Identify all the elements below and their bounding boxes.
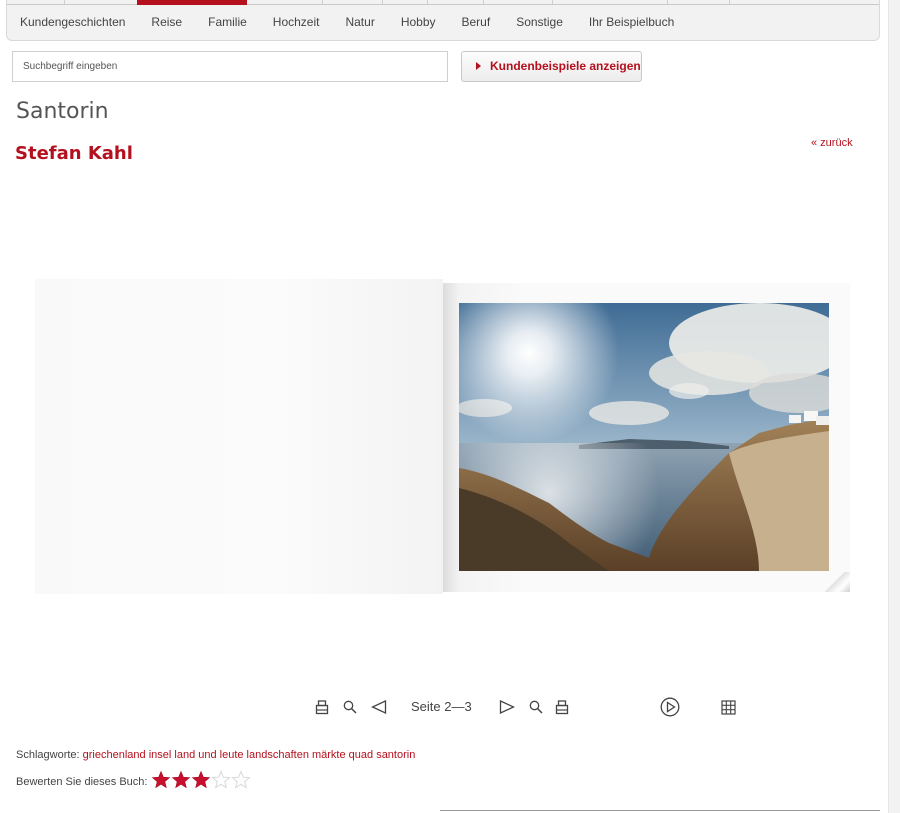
rating-label: Bewerten Sie dieses Buch: [16, 776, 148, 788]
author-name: Stefan Kahl [15, 143, 133, 164]
nav-separator [322, 0, 323, 4]
keywords-row: Schlagworte: griechenland insel land und… [16, 749, 415, 761]
star-empty-icon[interactable] [211, 770, 231, 790]
scrollbar-track[interactable] [888, 0, 900, 813]
next-arrow-icon[interactable] [497, 694, 517, 720]
star-icon[interactable] [191, 770, 211, 790]
star-icon[interactable] [171, 770, 191, 790]
nav-item-sonstige[interactable]: Sonstige [503, 15, 576, 29]
nav-separator [729, 0, 730, 4]
nav-separator [483, 0, 484, 4]
back-link[interactable]: « zurück [811, 137, 853, 149]
nav-item-reise[interactable]: Reise [138, 15, 195, 29]
zoom-icon[interactable] [341, 694, 359, 720]
star-rating[interactable] [151, 770, 251, 790]
nav-separator [667, 0, 668, 4]
santorini-photo [459, 303, 829, 571]
footer-divider [440, 810, 880, 811]
page-title: Santorin [16, 99, 109, 124]
nav-separator [427, 0, 428, 4]
nav-item-beruf[interactable]: Beruf [449, 15, 504, 29]
keywords-label: Schlagworte: [16, 749, 80, 761]
keywords-links[interactable]: griechenland insel land und leute landsc… [83, 749, 416, 761]
nav-item-natur[interactable]: Natur [332, 15, 387, 29]
print-icon[interactable] [313, 694, 331, 720]
nav-separator [382, 0, 383, 4]
nav-separator [552, 0, 553, 4]
triangle-right-icon [476, 62, 481, 70]
nav-items: Kundengeschichten Reise Familie Hochzeit… [7, 15, 687, 29]
main-navigation: Kundengeschichten Reise Familie Hochzeit… [6, 0, 880, 41]
print-icon[interactable] [553, 694, 571, 720]
prev-arrow-icon[interactable] [369, 694, 389, 720]
viewer-controls: Seite 2—3 [0, 694, 900, 720]
nav-item-hobby[interactable]: Hobby [388, 15, 449, 29]
page-curl[interactable] [818, 572, 850, 592]
nav-item-ihr-beispielbuch[interactable]: Ihr Beispielbuch [576, 15, 687, 29]
play-icon[interactable] [659, 694, 681, 720]
grid-icon[interactable] [719, 694, 737, 720]
show-examples-button-label: Kundenbeispiele anzeigen [490, 59, 641, 73]
zoom-icon[interactable] [527, 694, 545, 720]
star-icon[interactable] [151, 770, 171, 790]
nav-item-familie[interactable]: Familie [195, 15, 260, 29]
nav-item-kundengeschichten[interactable]: Kundengeschichten [7, 15, 138, 29]
star-empty-icon[interactable] [231, 770, 251, 790]
nav-separator [64, 0, 65, 4]
nav-item-hochzeit[interactable]: Hochzeit [260, 15, 333, 29]
book-left-page[interactable] [35, 279, 443, 594]
nav-active-indicator [137, 0, 247, 5]
page-indicator: Seite 2—3 [411, 699, 472, 714]
show-examples-button[interactable]: Kundenbeispiele anzeigen [461, 51, 642, 82]
search-input[interactable]: Suchbegriff eingeben [12, 51, 448, 82]
